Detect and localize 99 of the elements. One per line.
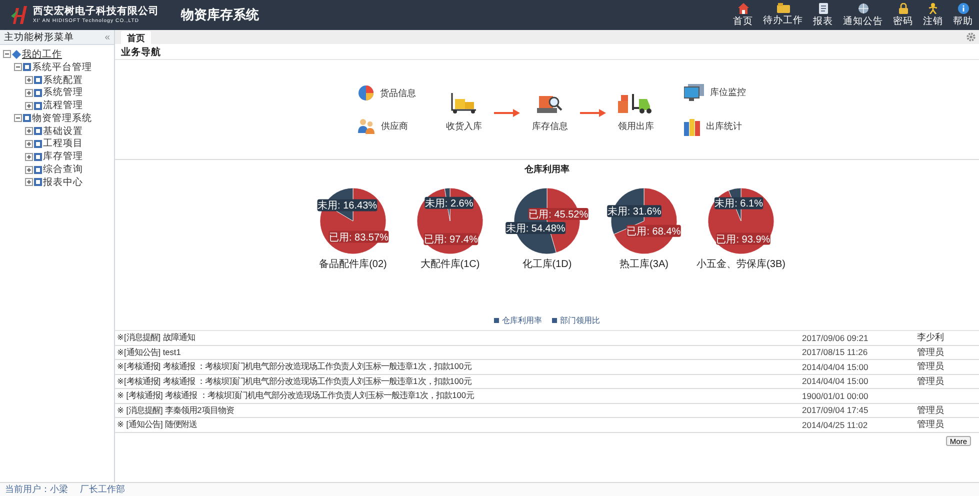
- hand-truck-icon: [450, 92, 478, 114]
- collapse-icon[interactable]: [3, 50, 11, 58]
- monitor-icon: [684, 84, 704, 100]
- company-name: 西安宏树电子科技有限公司: [33, 6, 159, 16]
- message-time: 2014/04/04 15:00: [802, 362, 870, 372]
- collapse-icon[interactable]: [14, 63, 22, 72]
- message-time: 1900/01/01 00:00: [802, 390, 870, 401]
- tree-item[interactable]: 我的工作: [22, 48, 62, 61]
- data-label: 已用: 68.4%: [626, 224, 681, 238]
- chart-title: 小五金、劳保库(3B): [696, 258, 786, 271]
- legend-item[interactable]: 仓库利用率: [494, 315, 542, 326]
- tree-item[interactable]: 系统管理: [43, 86, 83, 100]
- nav-link[interactable]: 领用出库: [618, 120, 654, 133]
- nav-link[interactable]: 库存信息: [532, 120, 568, 133]
- expand-icon[interactable]: [25, 127, 33, 136]
- tree-item[interactable]: 综合查询: [43, 163, 83, 176]
- diamond-icon: [12, 50, 21, 59]
- globe-icon: [858, 2, 868, 14]
- current-user: 当前用户：小梁: [5, 483, 68, 496]
- expand-icon[interactable]: [25, 178, 33, 186]
- data-label: 未用: 31.6%: [607, 205, 662, 218]
- chart-title: 热工库(3A): [620, 258, 668, 271]
- nav-link[interactable]: 货品信息: [380, 86, 416, 100]
- nav-link[interactable]: 库位监控: [710, 86, 746, 98]
- arrow-icon: [580, 108, 606, 116]
- expand-icon[interactable]: [25, 102, 33, 110]
- message-sender: 李少利: [917, 331, 945, 344]
- message-link[interactable]: ※[考核通报] 考核通报 ：考核坝顶门机电气部分改造现场工作负责人刘玉标一般违章1次，扣款100元: [115, 361, 802, 372]
- nav-link[interactable]: 出库统计: [706, 120, 742, 133]
- chart-title: 大配件库(1C): [420, 258, 480, 271]
- folder-icon: [776, 2, 790, 12]
- nav-link[interactable]: 供应商: [381, 120, 408, 132]
- data-label: 未用: 2.6%: [424, 196, 474, 210]
- bar-chart-icon: [684, 118, 700, 136]
- person-icon: [928, 2, 938, 14]
- help-icon: [958, 2, 968, 14]
- section-title: 业务导航: [115, 44, 979, 60]
- tree-item[interactable]: 库存管理: [43, 150, 83, 164]
- padlock-icon: [898, 2, 908, 14]
- tree-item[interactable]: 流程管理: [43, 99, 83, 112]
- message-link[interactable]: ※ [考核通报] 考核通报 ：考核坝顶门机电气部分改造现场工作负责人刘玉标一般违章1次，扣款100元: [115, 390, 802, 402]
- nav-link[interactable]: 收货入库: [446, 120, 482, 133]
- data-label: 未用: 16.43%: [317, 199, 378, 212]
- message-link[interactable]: ※[通知公告] test1: [115, 346, 802, 358]
- nav-button[interactable]: 密码: [891, 2, 915, 28]
- expand-icon[interactable]: [25, 88, 33, 97]
- legend-item[interactable]: 部门领用比: [552, 315, 600, 326]
- nav-button[interactable]: 首页: [731, 2, 755, 28]
- tree-item[interactable]: 基础设置: [43, 124, 83, 138]
- collapse-icon[interactable]: [14, 114, 22, 122]
- message-sender: 管理员: [917, 404, 945, 417]
- chart-title: 化工库(1D): [522, 258, 572, 271]
- nav-button[interactable]: 待办工作: [761, 2, 805, 28]
- nav-button[interactable]: 帮助: [951, 2, 975, 28]
- data-label: 已用: 93.9%: [716, 232, 770, 246]
- system-title: 物资库存系统: [181, 6, 259, 24]
- message-time: 2017/09/06 09:21: [802, 332, 870, 343]
- people-icon: [358, 118, 375, 134]
- nav-button[interactable]: 报表: [811, 2, 835, 28]
- data-label: 已用: 83.57%: [328, 230, 389, 244]
- panel-title: 主功能树形菜单: [4, 30, 74, 44]
- message-link[interactable]: ※[考核通报] 考核通报 ：考核坝顶门机电气部分改造现场工作负责人刘玉标一般违章1次，扣款100元: [115, 376, 802, 387]
- logo-icon: [10, 4, 30, 26]
- message-link[interactable]: ※[消息提醒] 故障通知: [115, 332, 802, 344]
- message-link[interactable]: ※ [通知公告] 随便附送: [115, 419, 802, 430]
- message-time: 2017/08/15 11:26: [802, 347, 869, 358]
- expand-icon[interactable]: [25, 76, 33, 84]
- settings-icon[interactable]: [966, 32, 976, 42]
- forklift-icon: [618, 92, 654, 114]
- tree-item[interactable]: 系统配置: [43, 74, 83, 86]
- data-label: 未用: 6.1%: [714, 197, 764, 210]
- arrow-icon: [494, 108, 520, 116]
- tree-item[interactable]: 系统平台管理: [32, 60, 92, 74]
- chart-title: 备品配件库(02): [319, 258, 387, 271]
- tree-item[interactable]: 物资管理系统: [32, 112, 92, 125]
- tree-item[interactable]: 报表中心: [43, 176, 83, 189]
- tree-item[interactable]: 工程项目: [43, 137, 83, 150]
- nav-button[interactable]: 通知公告: [841, 2, 885, 28]
- colorful-ball-icon: [358, 85, 374, 101]
- department: 厂长工作部: [80, 483, 125, 496]
- document-icon: [818, 2, 828, 14]
- message-sender: 管理员: [917, 346, 945, 359]
- data-label: 已用: 97.4%: [424, 233, 478, 246]
- message-time: 2014/04/25 11:02: [802, 420, 869, 430]
- message-sender: 管理员: [917, 418, 945, 432]
- data-label: 已用: 45.52%: [528, 208, 588, 220]
- expand-icon[interactable]: [25, 152, 33, 161]
- message-sender: 管理员: [917, 374, 945, 388]
- message-sender: 管理员: [917, 360, 945, 374]
- nav-button[interactable]: 注销: [921, 2, 945, 28]
- message-time: 2014/04/04 15:00: [802, 376, 870, 386]
- chart-heading: 仓库利用率: [524, 163, 570, 176]
- expand-icon[interactable]: [25, 166, 33, 174]
- house-icon: [738, 2, 748, 14]
- message-time: 2017/09/04 17:45: [802, 405, 870, 416]
- expand-icon[interactable]: [25, 140, 33, 148]
- tab[interactable]: 首页: [121, 31, 151, 44]
- data-label: 未用: 54.48%: [506, 222, 566, 234]
- message-link[interactable]: ※ [消息提醒] 李秦领用2项目物资: [115, 404, 802, 416]
